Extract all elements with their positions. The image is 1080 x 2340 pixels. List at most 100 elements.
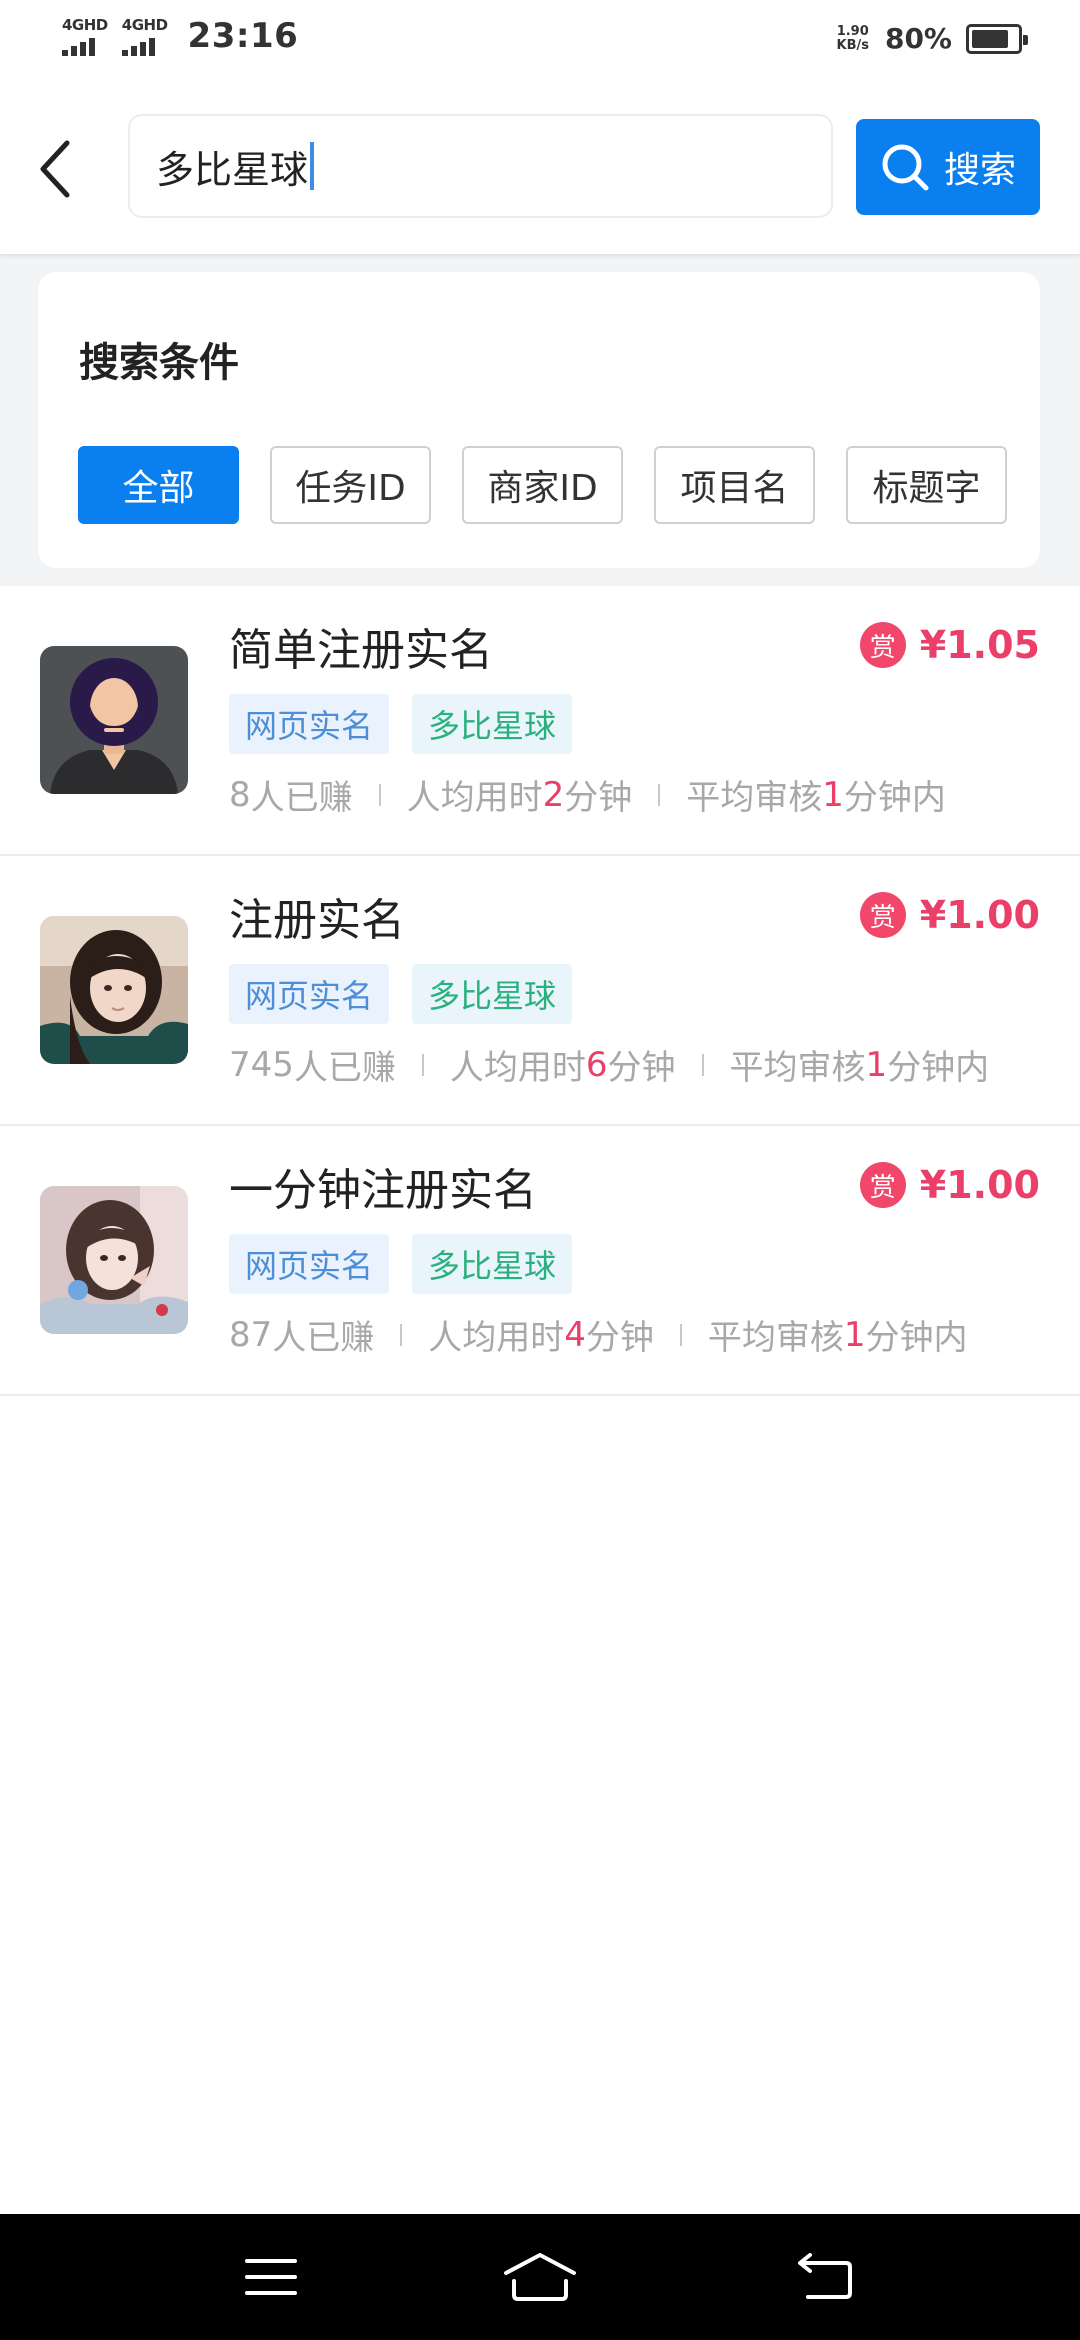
search-header: 多比星球 搜索: [0, 84, 1080, 254]
task-stats: 8 人已赚 人均用时 2 分钟 平均审核 1 分钟内: [229, 770, 946, 819]
filter-chip-title-keyword[interactable]: 标题字: [846, 446, 1007, 524]
review-unit: 分钟内: [865, 1318, 968, 1358]
network-speed-value: 1.90: [836, 23, 869, 39]
status-left: 4GHD 4GHD 23:16: [62, 16, 298, 56]
search-button[interactable]: 搜索: [856, 119, 1040, 215]
reward-price: ¥1.00: [919, 893, 1040, 937]
review-unit: 分钟内: [843, 778, 946, 818]
signal-indicator-2: 4GHD: [121, 15, 168, 56]
page: 4GHD 4GHD 23:16 1.90 KB/s 80% 多比星球 搜索 搜索…: [0, 0, 1080, 2340]
stats-divider: [421, 1053, 424, 1076]
avatar: [40, 1186, 188, 1334]
network-speed-unit: KB/s: [836, 37, 869, 53]
reward: 赏 ¥1.05: [859, 622, 1040, 668]
task-stats: 745 人已赚 人均用时 6 分钟 平均审核 1 分钟内: [229, 1040, 989, 1089]
task-title: 简单注册实名: [229, 625, 493, 676]
reward-price: ¥1.05: [919, 623, 1040, 667]
status-right: 1.90 KB/s 80%: [836, 22, 1028, 55]
earned-label: 人已赚: [272, 1318, 375, 1358]
tag-category: 网页实名: [229, 694, 390, 754]
tag-category: 网页实名: [229, 1234, 390, 1294]
review-value: 1: [843, 1314, 866, 1355]
earned-count: 87: [229, 1314, 273, 1355]
back-button[interactable]: [20, 124, 90, 214]
earned-label: 人已赚: [293, 1048, 396, 1088]
return-icon: [798, 2253, 852, 2299]
filter-area: 搜索条件 全部 任务ID 商家ID 项目名 标题字: [0, 254, 1080, 586]
filter-chip-merchant-id[interactable]: 商家ID: [462, 446, 623, 524]
text-cursor: [310, 142, 315, 190]
review-unit: 分钟内: [887, 1048, 990, 1088]
earned-label: 人已赚: [250, 778, 353, 818]
search-button-label: 搜索: [943, 150, 1016, 191]
status-bar: 4GHD 4GHD 23:16 1.90 KB/s 80%: [0, 0, 1080, 84]
tag-category: 网页实名: [229, 964, 390, 1024]
search-input-value: 多比星球: [156, 147, 309, 192]
filter-chip-project-name[interactable]: 项目名: [654, 446, 815, 524]
earned-count: 8: [229, 774, 251, 815]
nav-menu-button[interactable]: [211, 2240, 331, 2314]
stats-divider: [400, 1323, 403, 1346]
home-icon: [504, 2253, 576, 2301]
signal-bars-icon: [62, 34, 95, 56]
tag-project: 多比星球: [412, 1234, 573, 1294]
task-tags: 网页实名 多比星球: [229, 1234, 573, 1294]
signal-bars-icon: [121, 34, 155, 56]
avg-time-label: 人均用时: [449, 1048, 586, 1088]
avg-time-unit: 分钟: [585, 1318, 654, 1358]
task-item[interactable]: 一分钟注册实名 赏 ¥1.00 网页实名 多比星球 87 人已赚 人均用时 4 分钟 …: [0, 1126, 1080, 1396]
reward-badge-icon: 赏: [859, 1162, 906, 1208]
task-tags: 网页实名 多比星球: [229, 964, 573, 1024]
avg-time-value: 4: [564, 1314, 586, 1355]
avatar: [40, 916, 188, 1064]
filter-chips: 全部 任务ID 商家ID 项目名 标题字: [78, 446, 1007, 524]
search-input[interactable]: 多比星球: [128, 114, 833, 218]
task-item[interactable]: 注册实名 赏 ¥1.00 网页实名 多比星球 745 人已赚 人均用时 6 分钟 平均…: [0, 856, 1080, 1126]
task-tags: 网页实名 多比星球: [229, 694, 573, 754]
signal-indicator-1: 4GHD: [62, 17, 108, 56]
avg-time-unit: 分钟: [607, 1048, 676, 1088]
avg-time-value: 6: [585, 1044, 608, 1085]
task-list: 简单注册实名 赏 ¥1.05 网页实名 多比星球 8 人已赚 人均用时 2 分钟 平均…: [0, 586, 1080, 1396]
task-title: 注册实名: [229, 895, 405, 946]
review-value: 1: [822, 774, 844, 815]
reward: 赏 ¥1.00: [859, 1162, 1040, 1208]
review-value: 1: [865, 1044, 888, 1085]
battery-icon: [966, 23, 1028, 54]
stats-divider: [658, 783, 661, 806]
chevron-left-icon: [40, 140, 70, 198]
search-icon: [882, 144, 929, 191]
reward-price: ¥1.00: [919, 1163, 1040, 1207]
avg-time-unit: 分钟: [564, 778, 633, 818]
signal-label-2: 4GHD: [121, 15, 168, 34]
task-item[interactable]: 简单注册实名 赏 ¥1.05 网页实名 多比星球 8 人已赚 人均用时 2 分钟 平均…: [0, 586, 1080, 856]
reward: 赏 ¥1.00: [859, 892, 1040, 938]
battery-percent: 80%: [884, 22, 952, 55]
task-title: 一分钟注册实名: [229, 1165, 537, 1216]
stats-divider: [701, 1053, 704, 1076]
filter-card: 搜索条件 全部 任务ID 商家ID 项目名 标题字: [38, 272, 1040, 568]
avg-time-label: 人均用时: [406, 778, 543, 818]
nav-back-button[interactable]: [764, 2240, 884, 2314]
review-label: 平均审核: [729, 1048, 866, 1088]
filter-chip-task-id[interactable]: 任务ID: [270, 446, 431, 524]
review-label: 平均审核: [686, 778, 823, 818]
earned-count: 745: [229, 1044, 294, 1085]
avatar: [40, 646, 188, 794]
system-nav-bar: [0, 2214, 1080, 2340]
menu-icon: [245, 2259, 297, 2295]
reward-badge-icon: 赏: [859, 622, 906, 668]
network-speed: 1.90 KB/s: [836, 23, 869, 53]
avg-time-value: 2: [542, 774, 565, 815]
reward-badge-icon: 赏: [859, 892, 906, 938]
tag-project: 多比星球: [412, 694, 573, 754]
filter-chip-all[interactable]: 全部: [78, 446, 239, 524]
review-label: 平均审核: [707, 1318, 844, 1358]
nav-home-button[interactable]: [480, 2240, 600, 2314]
clock: 23:16: [187, 16, 299, 56]
filter-title: 搜索条件: [79, 340, 239, 386]
avg-time-label: 人均用时: [428, 1318, 565, 1358]
tag-project: 多比星球: [412, 964, 573, 1024]
stats-divider: [679, 1323, 682, 1346]
task-stats: 87 人已赚 人均用时 4 分钟 平均审核 1 分钟内: [229, 1310, 968, 1359]
